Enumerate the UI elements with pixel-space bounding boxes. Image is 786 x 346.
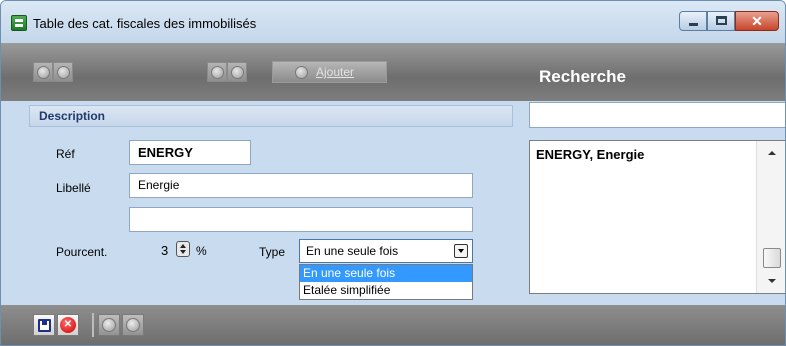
pourcent-spinner[interactable] bbox=[176, 241, 190, 257]
cancel-icon: ✕ bbox=[60, 317, 76, 333]
last-record-button[interactable] bbox=[227, 62, 247, 82]
maximize-icon bbox=[716, 16, 727, 25]
pourcent-label: Pourcent. bbox=[56, 245, 108, 259]
window-title: Table des cat. fiscales des immobilisés bbox=[33, 16, 257, 31]
close-icon: ✕ bbox=[751, 13, 763, 29]
search-input[interactable] bbox=[529, 102, 785, 128]
nav-group-2 bbox=[207, 62, 247, 82]
add-button[interactable]: Ajouter bbox=[272, 61, 387, 83]
previous-icon bbox=[102, 318, 116, 332]
last-icon bbox=[230, 65, 244, 79]
pourcent-unit: % bbox=[196, 244, 207, 258]
scroll-down-icon[interactable] bbox=[768, 279, 776, 283]
bottom-previous-button[interactable] bbox=[98, 314, 120, 336]
save-button[interactable] bbox=[33, 314, 55, 336]
window-controls: ✕ bbox=[679, 11, 779, 33]
type-option[interactable]: Etalée simplifiée bbox=[300, 282, 472, 299]
ref-label: Réf bbox=[56, 147, 75, 161]
previous-icon bbox=[56, 65, 70, 79]
libelle-label: Libellé bbox=[56, 181, 91, 195]
cancel-button[interactable]: ✕ bbox=[57, 314, 79, 336]
search-results-list: ENERGY, Energie bbox=[529, 140, 785, 294]
title-bar: Table des cat. fiscales des immobilisés … bbox=[1, 1, 785, 43]
type-label: Type bbox=[259, 245, 286, 259]
list-item[interactable]: ENERGY, Energie bbox=[536, 147, 644, 162]
add-button-label: Ajouter bbox=[316, 65, 355, 79]
next-record-button[interactable] bbox=[207, 62, 227, 82]
bottom-toolbar: ✕ bbox=[1, 305, 785, 345]
save-icon bbox=[37, 318, 51, 332]
close-button[interactable]: ✕ bbox=[735, 11, 779, 31]
libelle-field[interactable]: Energie bbox=[129, 173, 473, 198]
search-panel-title: Recherche bbox=[539, 67, 626, 86]
libelle-secondary-field[interactable] bbox=[129, 207, 473, 232]
scroll-up-icon[interactable] bbox=[768, 151, 776, 155]
add-icon bbox=[295, 65, 308, 79]
ref-field[interactable]: ENERGY bbox=[129, 140, 251, 165]
minimize-icon bbox=[689, 23, 698, 26]
type-select-value: En une seule fois bbox=[306, 244, 399, 258]
pourcent-value[interactable]: 3 bbox=[161, 243, 168, 258]
first-record-button[interactable] bbox=[33, 62, 53, 82]
results-scrollbar[interactable] bbox=[756, 141, 785, 293]
nav-group-1 bbox=[33, 62, 73, 82]
first-icon bbox=[36, 65, 50, 79]
app-window: Table des cat. fiscales des immobilisés … bbox=[0, 0, 786, 346]
toolbar: Ajouter Recherche bbox=[1, 43, 785, 101]
maximize-button[interactable] bbox=[707, 11, 735, 31]
toolbar-divider bbox=[92, 313, 94, 337]
chevron-down-icon[interactable] bbox=[454, 244, 468, 258]
bottom-next-button[interactable] bbox=[122, 314, 144, 336]
previous-record-button[interactable] bbox=[53, 62, 73, 82]
next-icon bbox=[210, 65, 224, 79]
app-icon bbox=[11, 15, 27, 31]
type-select[interactable]: En une seule fois bbox=[299, 239, 473, 263]
type-option[interactable]: En une seule fois bbox=[300, 265, 472, 282]
scroll-thumb[interactable] bbox=[763, 248, 781, 268]
type-dropdown-list: En une seule fois Etalée simplifiée bbox=[299, 264, 473, 300]
minimize-button[interactable] bbox=[679, 11, 707, 31]
next-icon bbox=[126, 318, 140, 332]
description-section-header: Description bbox=[29, 105, 513, 127]
